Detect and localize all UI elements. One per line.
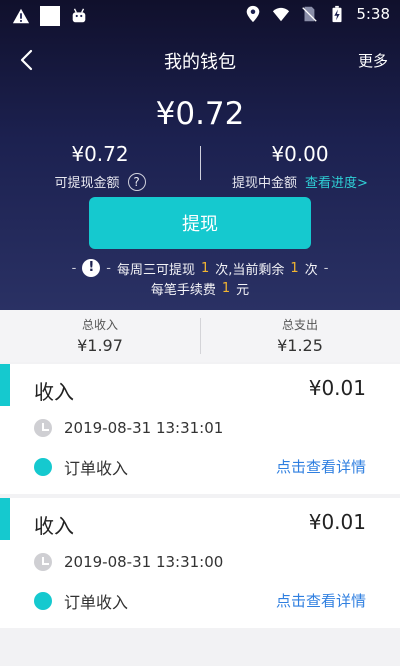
- clock-icon: [34, 553, 52, 571]
- record-time: 2019-08-31 13:31:00: [64, 553, 224, 571]
- question-circle-icon[interactable]: ?: [127, 172, 146, 191]
- list-item: 收入 ¥0.01 2019-08-31 13:31:00 订单收入 点击查看详情: [0, 498, 400, 628]
- view-detail-link[interactable]: 点击查看详情: [276, 590, 366, 611]
- record-time: 2019-08-31 13:31:01: [64, 419, 224, 437]
- available-label: 可提现金额: [54, 176, 120, 191]
- income-expense-summary: 总收入 ¥1.97 总支出 ¥1.25: [0, 310, 400, 362]
- record-time-row: 2019-08-31 13:31:00: [34, 553, 223, 571]
- record-amount: ¥0.01: [308, 376, 366, 400]
- notice-middle: 次,当前剩余: [215, 262, 285, 278]
- square-icon: [40, 6, 60, 26]
- record-source-row: 订单收入: [34, 455, 128, 479]
- fee-prefix: 每笔手续费: [150, 282, 216, 298]
- notice-prefix: 每周三可提现: [116, 262, 195, 278]
- record-accent-bar: [0, 498, 10, 540]
- list-item: 收入 ¥0.01 2019-08-31 13:31:01 订单收入 点击查看详情: [0, 364, 400, 494]
- page-title: 我的钱包: [164, 52, 236, 73]
- withdraw-notice: - ! - 每周三可提现 1 次,当前剩余 1 次 - 每笔手续费 1 元: [0, 258, 400, 298]
- total-balance: ¥0.72: [155, 96, 245, 132]
- fee-suffix: 元: [236, 282, 250, 298]
- exclamation-icon: !: [82, 259, 101, 277]
- total-expense-label: 总支出: [281, 318, 318, 332]
- total-income-block: 总收入 ¥1.97: [0, 316, 200, 355]
- pending-label-row: 提现中金额 查看进度>: [200, 172, 400, 191]
- available-amount: ¥0.72: [71, 142, 129, 166]
- notice-suffix: 次: [304, 262, 318, 278]
- record-type: 收入: [34, 380, 74, 404]
- status-time: 5:38: [356, 5, 390, 23]
- view-detail-link[interactable]: 点击查看详情: [276, 456, 366, 477]
- nav-bar: 我的钱包 更多: [0, 40, 400, 80]
- notice-count-remaining: 1: [290, 260, 299, 276]
- no-sim-icon: [302, 6, 317, 22]
- clock-icon: [34, 419, 52, 437]
- notice-line-1: - ! - 每周三可提现 1 次,当前剩余 1 次 -: [71, 259, 329, 278]
- record-time-row: 2019-08-31 13:31:01: [34, 419, 223, 437]
- dot-icon: [34, 458, 52, 476]
- more-button[interactable]: 更多: [358, 50, 388, 71]
- android-icon: [72, 8, 86, 23]
- pending-label: 提现中金额: [232, 176, 298, 191]
- status-left-icons: [12, 6, 88, 26]
- status-right-icons: 5:38: [244, 5, 390, 23]
- record-amount: ¥0.01: [308, 510, 366, 534]
- notice-line-2: 每笔手续费 1 元: [0, 278, 400, 298]
- fee-amount: 1: [221, 280, 231, 296]
- wifi-icon: [273, 7, 290, 22]
- pending-balance-block: ¥0.00 提现中金额 查看进度>: [200, 142, 400, 191]
- available-balance-block: ¥0.72 可提现金额 ?: [0, 142, 200, 191]
- total-expense-block: 总支出 ¥1.25: [200, 316, 400, 355]
- record-source: 订单收入: [64, 593, 129, 612]
- total-income-label: 总收入: [81, 318, 118, 332]
- alert-icon: [12, 8, 30, 24]
- withdraw-button[interactable]: 提现: [89, 197, 311, 249]
- notice-count-weekly: 1: [201, 260, 210, 276]
- record-source-row: 订单收入: [34, 589, 128, 613]
- record-type: 收入: [34, 514, 74, 538]
- pending-amount: ¥0.00: [271, 142, 329, 166]
- total-expense-value: ¥1.25: [277, 336, 323, 355]
- record-accent-bar: [0, 364, 10, 406]
- record-source: 订单收入: [64, 459, 129, 478]
- wallet-header: 5:38 我的钱包 更多 ¥0.72 ¥0.72 可提现金额 ? ¥0.00 提…: [0, 0, 400, 310]
- dot-icon: [34, 592, 52, 610]
- total-income-value: ¥1.97: [77, 336, 123, 355]
- view-progress-link[interactable]: 查看进度>: [305, 172, 368, 191]
- location-icon: [247, 5, 260, 23]
- status-bar: 5:38: [0, 0, 400, 32]
- battery-charging-icon: [332, 5, 342, 23]
- available-label-row: 可提现金额 ?: [0, 172, 200, 191]
